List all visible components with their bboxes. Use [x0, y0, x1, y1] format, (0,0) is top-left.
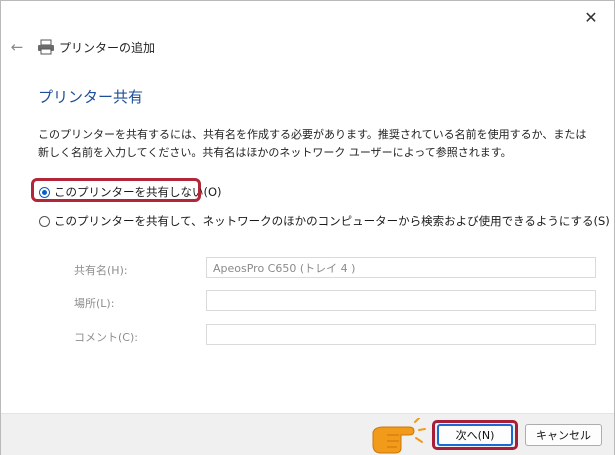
dialog-footer: 次へ(N) キャンセル	[1, 413, 614, 455]
location-field[interactable]	[206, 290, 596, 311]
next-button[interactable]: 次へ(N)	[437, 424, 513, 446]
location-label: 場所(L):	[74, 297, 115, 310]
no-share-radio[interactable]	[39, 186, 50, 198]
share-name-field[interactable]	[206, 257, 596, 278]
add-printer-dialog: ✕ ← プリンターの追加 プリンター共有 このプリンターを共有するには、共有名を…	[0, 0, 615, 455]
no-share-label[interactable]: このプリンターを共有しない(O)	[54, 184, 222, 200]
share-name-label: 共有名(H):	[74, 264, 128, 277]
comment-label: コメント(C):	[74, 331, 138, 344]
page-title: プリンター共有	[38, 88, 144, 106]
no-share-radio-option[interactable]: このプリンターを共有しない(O)	[39, 184, 222, 200]
comment-field[interactable]	[206, 324, 596, 345]
back-arrow-icon[interactable]: ←	[7, 38, 27, 56]
close-icon[interactable]: ✕	[571, 6, 611, 28]
description-text: このプリンターを共有するには、共有名を作成する必要があります。推奨されている名前…	[38, 128, 587, 159]
dialog-header: ← プリンターの追加	[7, 37, 155, 57]
dialog-title: プリンターの追加	[59, 40, 156, 55]
share-label[interactable]: このプリンターを共有して、ネットワークのほかのコンピューターから検索および使用で…	[54, 213, 610, 229]
pointing-hand-icon	[372, 418, 426, 454]
share-radio[interactable]	[39, 215, 50, 227]
printer-icon	[38, 39, 54, 55]
share-radio-option[interactable]: このプリンターを共有して、ネットワークのほかのコンピューターから検索および使用で…	[39, 213, 610, 229]
cancel-button[interactable]: キャンセル	[525, 424, 602, 446]
